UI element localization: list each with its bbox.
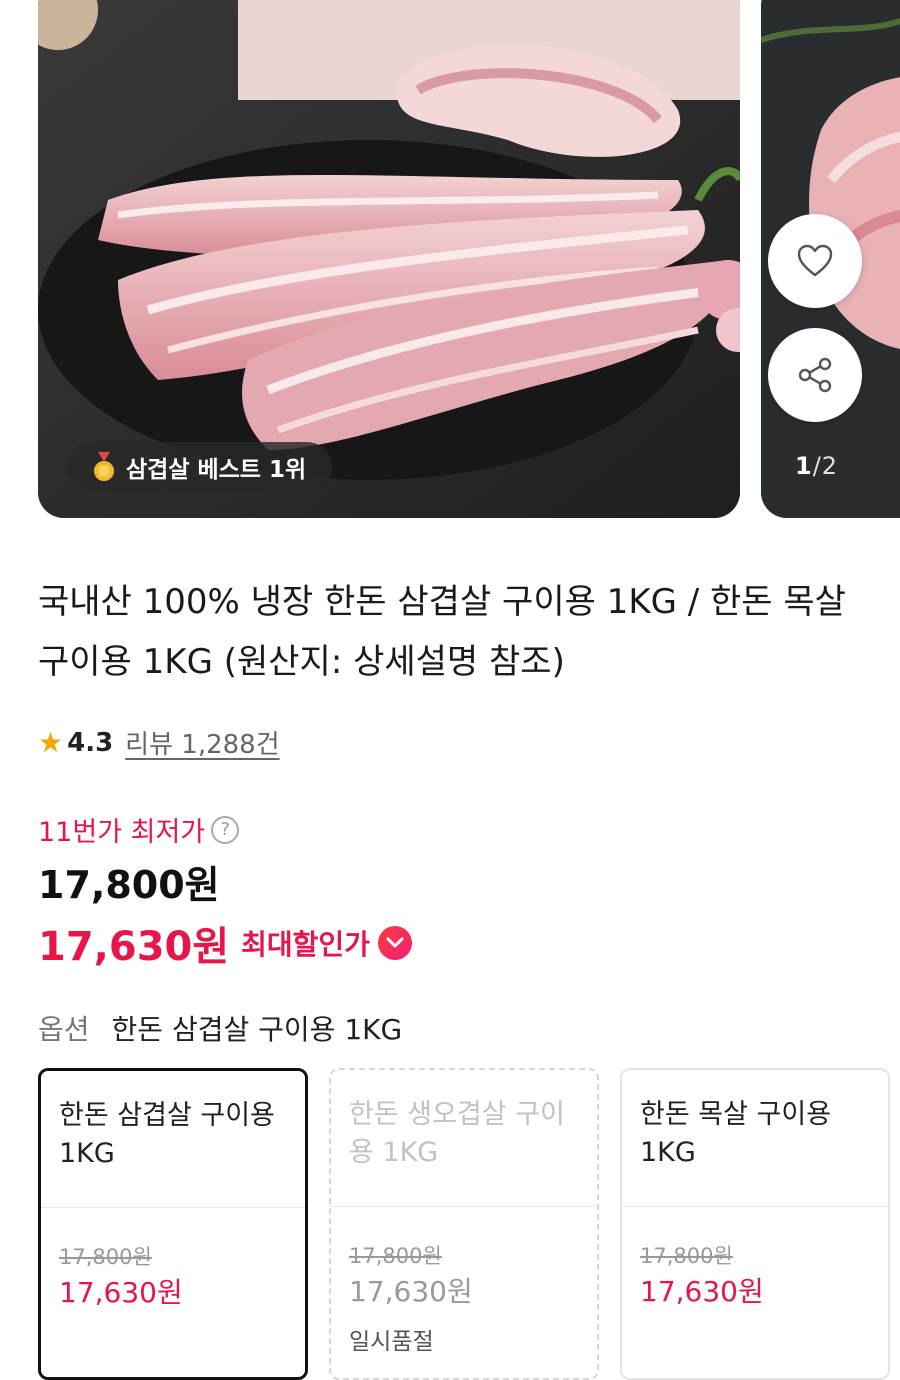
option-header: 옵션 한돈 삼겹살 구이용 1KG <box>38 1008 402 1048</box>
chevron-down-icon[interactable] <box>377 926 412 960</box>
option-name: 한돈 생오겹살 구이용 1KG <box>349 1099 565 1168</box>
divider <box>622 1206 888 1207</box>
lowest-price-label: 11번가 최저가 ? <box>38 810 240 849</box>
best-badge: 삼겹살 베스트 1위 <box>66 442 333 492</box>
share-icon <box>798 357 832 393</box>
wishlist-button[interactable] <box>768 214 862 308</box>
option-card-ogyeopsal[interactable]: 한돈 생오겹살 구이용 1KG 17,800원 17,630원 일시품절 <box>329 1068 599 1380</box>
sale-price-row[interactable]: 17,630원 최대할인가 <box>38 914 412 972</box>
option-old-price: 17,800원 <box>640 1244 733 1268</box>
product-image[interactable] <box>38 0 740 518</box>
option-old-price: 17,800원 <box>59 1245 152 1269</box>
option-card-moksal[interactable]: 한돈 목살 구이용 1KG 17,800원 17,630원 <box>620 1068 890 1380</box>
option-name: 한돈 목살 구이용 1KG <box>640 1099 832 1168</box>
divider <box>41 1207 305 1208</box>
star-icon: ★ <box>38 726 64 759</box>
medal-icon <box>94 452 114 481</box>
help-icon[interactable]: ? <box>211 815 240 844</box>
sale-price: 17,630원 <box>38 924 230 970</box>
soldout-status: 일시품절 <box>349 1329 434 1355</box>
rating-row: ★ 4.3 리뷰 1,288건 <box>38 724 280 761</box>
divider <box>331 1206 597 1207</box>
product-title: 국내산 100% 냉장 한돈 삼겹살 구이용 1KG / 한돈 목살 구이용 1… <box>38 582 846 682</box>
image-pager: 1/2 <box>795 452 838 480</box>
pager-total: /2 <box>812 452 839 480</box>
image-carousel[interactable]: 삼겹살 베스트 1위 1/2 <box>0 0 900 520</box>
badge-text: 삼겹살 베스트 1위 <box>126 457 307 483</box>
lowest-price-text: 11번가 최저가 <box>38 817 206 848</box>
option-selected-value: 한돈 삼겹살 구이용 1KG <box>111 1013 403 1046</box>
heart-icon <box>797 244 833 277</box>
option-price: 17,630원 <box>59 1276 183 1309</box>
review-link[interactable]: 리뷰 1,288건 <box>125 724 279 761</box>
pager-current: 1 <box>795 452 813 480</box>
option-label: 옵션 <box>38 1013 90 1046</box>
option-name: 한돈 삼겹살 구이용 1KG <box>59 1100 275 1169</box>
option-card-samgyeopsal[interactable]: 한돈 삼겹살 구이용 1KG 17,800원 17,630원 <box>38 1068 308 1380</box>
max-discount-label: 최대할인가 <box>241 928 370 961</box>
option-price: 17,630원 <box>640 1275 764 1308</box>
share-button[interactable] <box>768 328 862 422</box>
option-old-price: 17,800원 <box>349 1244 442 1268</box>
option-price: 17,630원 <box>349 1275 473 1308</box>
original-price: 17,800원 <box>38 863 220 907</box>
rating-score: 4.3 <box>67 727 114 758</box>
